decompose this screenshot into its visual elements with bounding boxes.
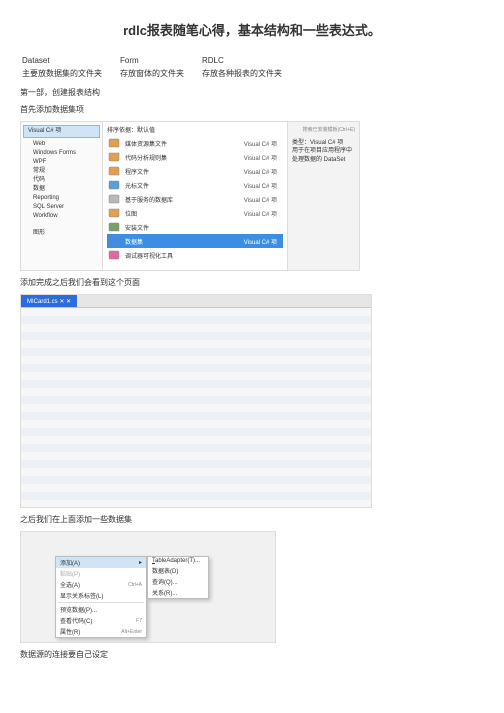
def-desc: 主要放数据集的文件夹 [22,68,118,79]
def-desc: 存放窗体的文件夹 [120,68,200,79]
file-icon [107,193,121,205]
body-text: 数据源的连接要自己设定 [20,649,484,660]
definitions-table: Dataset Form RDLC 主要放数据集的文件夹 存放窗体的文件夹 存放… [20,53,300,81]
menu-item[interactable]: 属性(R)Alt+Enter [56,626,146,637]
description-panel: 搜索已安装模板(Ctrl+E) 类型：Visual C# 项 用于在项目应用程序… [287,122,359,270]
def-term: Dataset [22,55,118,66]
file-icon [107,235,121,247]
file-icon [107,249,121,261]
chevron-right-icon: ▸ [139,559,142,566]
template-tag: Visual C# 项 [244,237,283,246]
context-submenu: TableAdapter(T)...数据表(D)查询(Q)...关系(R)... [147,556,209,599]
file-icon [107,179,121,191]
template-row[interactable]: 光标文件Visual C# 项 [107,178,283,192]
template-label: 位图 [125,209,244,218]
file-icon [107,207,121,219]
template-row[interactable]: 位图Visual C# 项 [107,206,283,220]
menu-separator [58,602,144,603]
template-label: 基于服务的数据库 [125,195,244,204]
file-icon [107,165,121,177]
search-input[interactable]: 搜索已安装模板(Ctrl+E) [303,127,355,133]
menu-item: 粘贴(P) [56,568,146,579]
file-icon [107,151,121,163]
menu-item[interactable]: 查看代码(C)F7 [56,615,146,626]
type-label: 类型：Visual C# 项 [292,139,355,147]
menu-item[interactable]: 查询(Q)... [148,576,208,587]
template-tag: Visual C# 项 [244,195,283,204]
menu-item[interactable]: 全选(A)Ctrl+A [56,579,146,590]
menu-item[interactable]: 显示关系标签(L) [56,590,146,601]
editor-tab[interactable]: MICard1.cs ✕ ✕ [21,295,77,307]
tree-item[interactable]: Workflow [23,212,100,221]
tree-item[interactable]: 常规 [23,167,100,176]
template-label: 代码分析规则集 [125,153,244,162]
def-desc: 存放各种报表的文件夹 [202,68,298,79]
file-icon [107,221,121,233]
template-label: 调试器可视化工具 [125,251,277,260]
body-text: 第一部，创建报表结构 [20,87,484,98]
type-desc: 用于在项目应用程序中处理数据的 DataSet [292,147,355,164]
category-tree: Visual C# 项 Web Windows Forms WPF 常规 代码 … [21,122,103,270]
def-term: RDLC [202,55,298,66]
template-label: 媒体资源集文件 [125,139,244,148]
tree-item[interactable]: 数据 [23,185,100,194]
screenshot-context-menu: 添加(A)▸粘贴(P)全选(A)Ctrl+A显示关系标签(L) 预览数据(P)..… [20,531,276,643]
template-row[interactable]: 基于服务的数据库Visual C# 项 [107,192,283,206]
context-menu: 添加(A)▸粘贴(P)全选(A)Ctrl+A显示关系标签(L) 预览数据(P)..… [55,556,147,638]
template-tag: Visual C# 项 [244,139,283,148]
template-row[interactable]: 安装文件 [107,220,283,234]
template-row[interactable]: 调试器可视化工具 [107,248,283,262]
template-tag: Visual C# 项 [244,181,283,190]
tree-header[interactable]: Visual C# 项 [23,125,100,138]
designer-surface[interactable] [21,307,371,508]
tree-item[interactable]: WPF [23,158,100,167]
template-label: 数据集 [125,237,244,246]
tree-item[interactable]: 代码 [23,176,100,185]
tree-item[interactable]: 图形 [23,229,100,238]
tab-bar: MICard1.cs ✕ ✕ [21,295,371,307]
template-label: 安装文件 [125,223,277,232]
template-label: 程序文件 [125,167,244,176]
template-row[interactable]: 程序文件Visual C# 项 [107,164,283,178]
menu-item[interactable]: 关系(R)... [148,587,208,598]
tree-item[interactable]: Reporting [23,194,100,203]
def-term: Form [120,55,200,66]
screenshot-dataset-designer: MICard1.cs ✕ ✕ [20,294,372,508]
file-icon [107,137,121,149]
body-text: 之后我们在上面添加一些数据集 [20,514,484,525]
body-text: 添加完成之后我们会看到这个页面 [20,277,484,288]
page-title: rdlc报表随笔心得，基本结构和一些表达式。 [20,20,484,39]
template-tag: Visual C# 项 [244,167,283,176]
screenshot-vs-add-item: Visual C# 项 Web Windows Forms WPF 常规 代码 … [20,121,360,271]
template-tag: Visual C# 项 [244,209,283,218]
menu-item[interactable]: TableAdapter(T)... [148,557,208,565]
template-label: 光标文件 [125,181,244,190]
sort-label[interactable]: 排序依据：默认值 [107,128,155,134]
tree-item[interactable]: Windows Forms [23,149,100,158]
menu-item[interactable]: 数据表(D) [148,565,208,576]
menu-item[interactable]: 添加(A)▸ [56,557,146,568]
template-list: 排序依据：默认值 媒体资源集文件Visual C# 项代码分析规则集Visual… [103,122,287,270]
template-tag: Visual C# 项 [244,153,283,162]
template-row[interactable]: 数据集Visual C# 项 [107,234,283,248]
tree-item[interactable]: Web [23,140,100,149]
tree-item[interactable]: SQL Server [23,203,100,212]
menu-item[interactable]: 预览数据(P)... [56,604,146,615]
template-row[interactable]: 代码分析规则集Visual C# 项 [107,150,283,164]
body-text: 首先添加数据集项 [20,104,484,115]
template-row[interactable]: 媒体资源集文件Visual C# 项 [107,136,283,150]
